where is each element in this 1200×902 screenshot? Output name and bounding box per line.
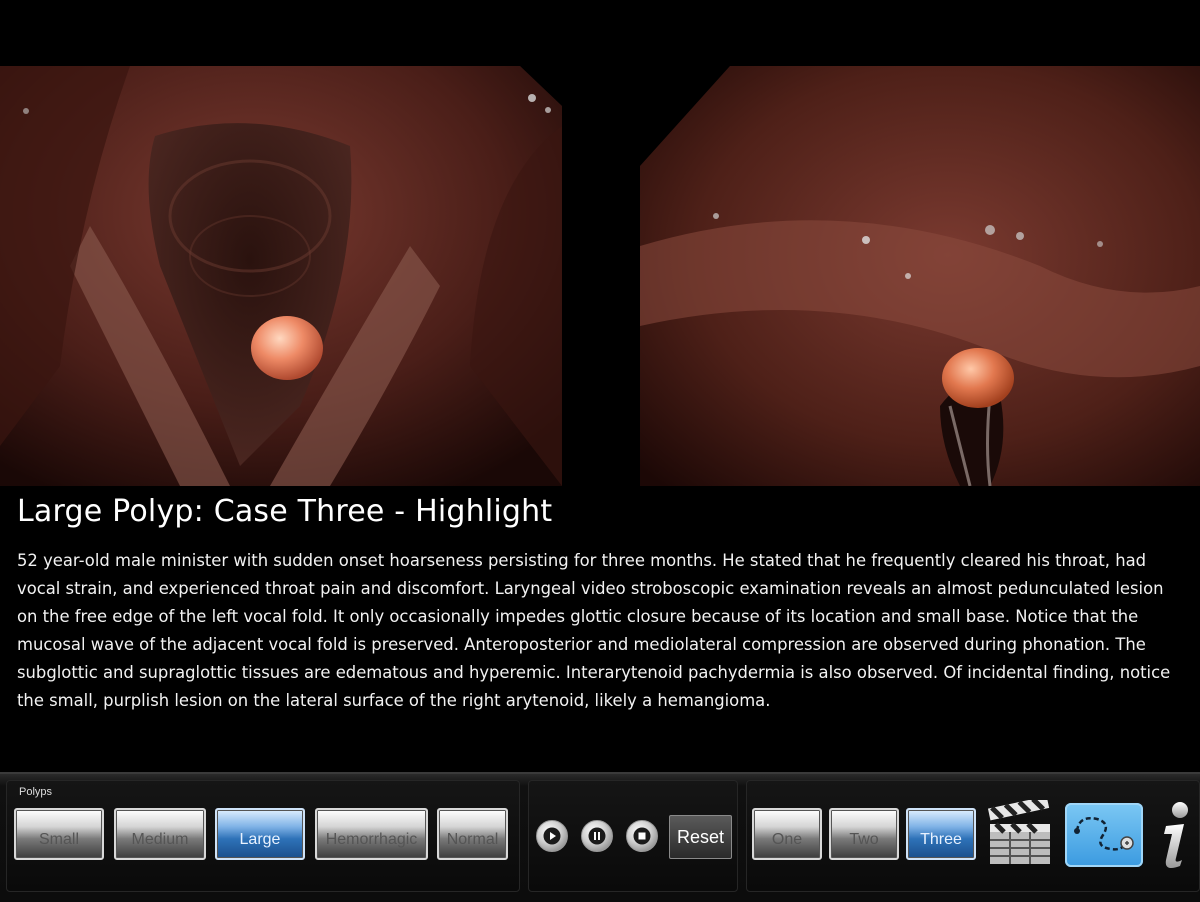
case-title: Large Polyp: Case Three - Highlight — [17, 494, 553, 529]
reset-button[interactable]: Reset — [669, 815, 732, 859]
polyps-group-label: Polyps — [19, 786, 53, 798]
polyp-hemorrhagic-button[interactable]: Hemorrhagic — [315, 808, 428, 860]
stop-button[interactable] — [626, 820, 658, 852]
polyp-medium-button[interactable]: Medium — [114, 808, 206, 860]
play-button[interactable] — [536, 820, 568, 852]
case-description: 52 year-old male minister with sudden on… — [17, 551, 1171, 710]
polyp-large-button[interactable]: Large — [215, 808, 305, 860]
play-icon — [543, 827, 561, 845]
pause-button[interactable] — [581, 820, 613, 852]
polyp-small-button[interactable]: Small — [14, 808, 104, 860]
polyp-normal-button[interactable]: Normal — [437, 808, 508, 860]
video-button[interactable] — [986, 796, 1054, 868]
pause-icon — [588, 827, 606, 845]
info-button[interactable] — [1152, 800, 1196, 870]
path-trace-button[interactable] — [1065, 803, 1143, 867]
endoscopic-view-right — [640, 66, 1200, 486]
case-one-button[interactable]: One — [752, 808, 822, 860]
info-icon — [1164, 802, 1188, 868]
case-two-button[interactable]: Two — [829, 808, 899, 860]
case-three-button[interactable]: Three — [906, 808, 976, 860]
endoscopic-view-left — [0, 66, 562, 486]
top-bar — [0, 0, 1200, 66]
clapperboard-icon — [987, 796, 1050, 864]
path-trace-icon — [1074, 817, 1134, 851]
stop-icon — [633, 827, 651, 845]
